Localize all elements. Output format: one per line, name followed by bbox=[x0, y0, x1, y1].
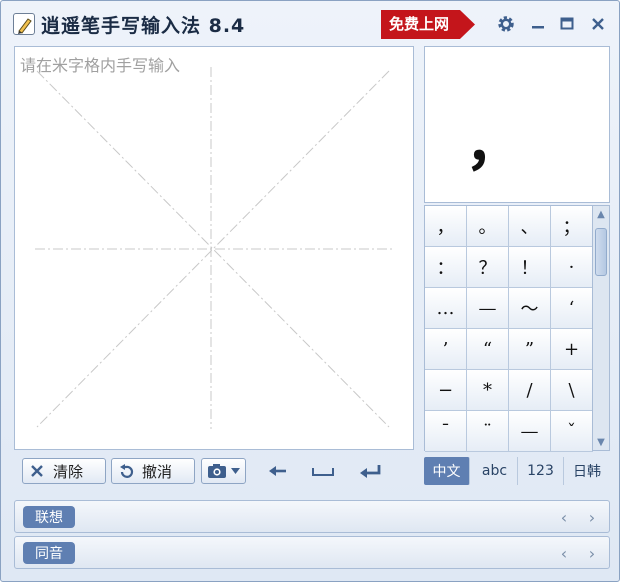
candidate-preview[interactable]: ， bbox=[424, 46, 610, 203]
close-icon[interactable] bbox=[585, 11, 611, 37]
association-bar: 联想 ‹ › bbox=[14, 500, 610, 533]
chevron-left-icon[interactable]: ‹ bbox=[555, 543, 573, 563]
preview-character: ， bbox=[465, 110, 524, 178]
camera-dropdown-button[interactable] bbox=[201, 458, 246, 484]
symbol-scrollbar[interactable]: ▲ ▼ bbox=[592, 205, 610, 451]
chevron-left-icon[interactable]: ‹ bbox=[555, 507, 573, 527]
camera-icon bbox=[208, 464, 226, 478]
enter-icon[interactable] bbox=[355, 459, 385, 483]
homophone-bar: 同音 ‹ › bbox=[14, 536, 610, 569]
backspace-arrow-icon[interactable] bbox=[263, 459, 293, 483]
maximize-icon[interactable] bbox=[554, 11, 580, 37]
symbol-cell[interactable]: 。 bbox=[467, 206, 509, 247]
symbol-cell[interactable]: ？ bbox=[467, 247, 509, 288]
scrollbar-thumb[interactable] bbox=[595, 228, 607, 276]
gear-icon[interactable] bbox=[493, 11, 519, 37]
undo-button[interactable]: 撤消 bbox=[111, 458, 195, 484]
symbol-cell[interactable]: ˇ bbox=[551, 411, 593, 452]
symbol-cell[interactable]: / bbox=[509, 370, 551, 411]
chevron-down-icon bbox=[231, 468, 240, 474]
tab-japanese-korean[interactable]: 日韩 bbox=[564, 457, 610, 485]
ime-window: 逍遥笔手写输入法 8.4 免费上网 请在米字格内手写输入 清除 撤消 ， ， 。… bbox=[0, 0, 620, 582]
free-internet-button[interactable]: 免费上网 bbox=[381, 10, 475, 39]
symbol-cell[interactable]: + bbox=[551, 329, 593, 370]
handwriting-pad[interactable]: 请在米字格内手写输入 bbox=[14, 46, 414, 450]
title-bar[interactable]: 逍遥笔手写输入法 8.4 免费上网 bbox=[1, 1, 619, 45]
symbol-cell[interactable]: * bbox=[467, 370, 509, 411]
mi-grid-guides bbox=[35, 67, 393, 429]
undo-icon bbox=[120, 464, 134, 478]
tab-123[interactable]: 123 bbox=[518, 457, 564, 485]
symbol-cell[interactable]: — bbox=[509, 411, 551, 452]
symbol-cell[interactable]: … bbox=[425, 288, 467, 329]
pad-toolbar: 清除 撤消 bbox=[14, 453, 414, 487]
space-icon[interactable] bbox=[308, 459, 338, 483]
scroll-up-icon[interactable]: ▲ bbox=[593, 206, 609, 222]
symbol-cell[interactable]: ！ bbox=[509, 247, 551, 288]
symbol-cell[interactable]: 、 bbox=[509, 206, 551, 247]
symbol-cell[interactable]: ； bbox=[551, 206, 593, 247]
symbol-cell[interactable]: ¨ bbox=[467, 411, 509, 452]
minimize-icon[interactable] bbox=[525, 11, 551, 37]
symbol-cell[interactable]: ‘ bbox=[551, 288, 593, 329]
symbol-cell[interactable]: ， bbox=[425, 206, 467, 247]
chevron-right-icon[interactable]: › bbox=[583, 543, 601, 563]
chevron-right-icon[interactable]: › bbox=[583, 507, 601, 527]
language-tabs: 中文 abc 123 日韩 bbox=[424, 453, 610, 487]
symbol-cell[interactable]: “ bbox=[467, 329, 509, 370]
clear-button[interactable]: 清除 bbox=[22, 458, 106, 484]
symbol-cell[interactable]: ’ bbox=[425, 329, 467, 370]
tab-abc[interactable]: abc bbox=[472, 457, 518, 485]
symbol-cell[interactable]: ” bbox=[509, 329, 551, 370]
homophone-label[interactable]: 同音 bbox=[23, 542, 75, 564]
symbol-cell[interactable]: ¯ bbox=[425, 411, 467, 452]
association-label[interactable]: 联想 bbox=[23, 506, 75, 528]
symbol-cell[interactable]: \ bbox=[551, 370, 593, 411]
symbol-cell[interactable]: ： bbox=[425, 247, 467, 288]
undo-label: 撤消 bbox=[142, 462, 173, 481]
symbol-cell[interactable]: ～ bbox=[509, 288, 551, 329]
clear-x-icon bbox=[31, 465, 43, 477]
symbol-cell[interactable]: − bbox=[425, 370, 467, 411]
clear-label: 清除 bbox=[53, 462, 84, 481]
scroll-down-icon[interactable]: ▼ bbox=[593, 434, 609, 450]
tab-chinese[interactable]: 中文 bbox=[424, 457, 470, 485]
window-title: 逍遥笔手写输入法 8.4 bbox=[41, 15, 246, 37]
symbol-cell[interactable]: · bbox=[551, 247, 593, 288]
symbol-grid: ， 。 、 ； ： ？ ！ · … — ～ ‘ ’ “ ” + − * / \ … bbox=[424, 205, 593, 452]
symbol-cell[interactable]: — bbox=[467, 288, 509, 329]
pen-icon bbox=[13, 13, 35, 35]
